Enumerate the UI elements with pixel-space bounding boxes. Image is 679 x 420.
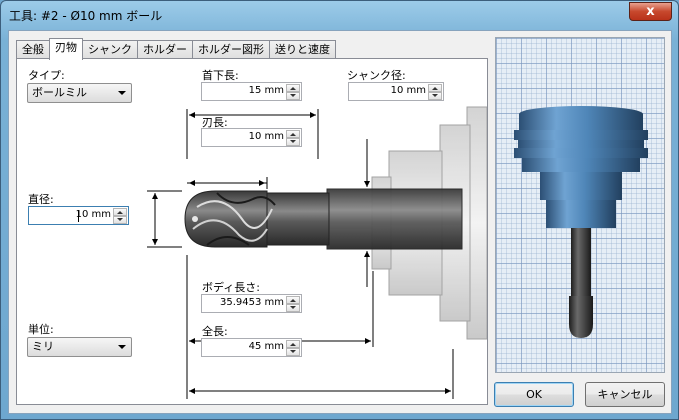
neck-length-field[interactable]: 15 mm (201, 82, 302, 101)
title-bar[interactable]: 工具: #2 - Ø10 mm ボール x (1, 1, 678, 29)
spin-arrows-icon[interactable] (428, 84, 442, 100)
tab-holder[interactable]: ホルダー (137, 40, 193, 59)
tab-strip: 全般 刃物 シャンク ホルダー ホルダー図形 送りと速度 (16, 38, 336, 60)
close-button[interactable]: x (629, 2, 672, 21)
spin-down-icon[interactable] (286, 348, 300, 356)
tab-feeds-speeds[interactable]: 送りと速度 (269, 40, 336, 59)
spin-arrows-icon[interactable] (286, 340, 300, 356)
ok-button[interactable]: OK (494, 382, 574, 407)
spin-arrows-icon[interactable] (286, 84, 300, 100)
spin-down-icon[interactable] (113, 216, 127, 224)
tool-3d-render (514, 106, 648, 338)
dialog-client-area: 全般 刃物 シャンク ホルダー ホルダー図形 送りと速度 タイプ: ボールミル … (8, 30, 672, 414)
spin-up-icon[interactable] (286, 296, 300, 304)
overall-length-field[interactable]: 45 mm (201, 338, 302, 357)
spin-down-icon[interactable] (286, 304, 300, 312)
tab-holder-geometry[interactable]: ホルダー図形 (192, 40, 270, 59)
spin-down-icon[interactable] (286, 138, 300, 146)
text-caret (78, 210, 79, 222)
neck-length-label: 首下長: (202, 69, 239, 82)
body-length-label: ボディ長さ: (202, 281, 260, 294)
flute-length-field[interactable]: 10 mm (201, 128, 302, 147)
spin-up-icon[interactable] (286, 340, 300, 348)
neck-length-value: 15 mm (248, 85, 284, 96)
shank-diameter-label: シャンク径: (347, 69, 406, 82)
tab-shank[interactable]: シャンク (82, 40, 138, 59)
spin-down-icon[interactable] (428, 92, 442, 100)
tool-shank (326, 188, 463, 250)
diameter-value: 10 mm (75, 209, 111, 220)
flute-length-value: 10 mm (248, 131, 284, 142)
cancel-button[interactable]: キャンセル (585, 382, 665, 407)
spin-up-icon[interactable] (113, 208, 127, 216)
tab-cutter[interactable]: 刃物 (49, 38, 83, 60)
chevron-down-icon (118, 345, 126, 349)
spin-down-icon[interactable] (286, 92, 300, 100)
spin-arrows-icon[interactable] (113, 208, 127, 224)
spin-arrows-icon[interactable] (286, 296, 300, 312)
window-title: 工具: #2 - Ø10 mm ボール (9, 9, 163, 23)
unit-select-value: ミリ (32, 340, 54, 353)
spin-up-icon[interactable] (286, 84, 300, 92)
shank-diameter-value: 10 mm (390, 85, 426, 96)
spin-up-icon[interactable] (428, 84, 442, 92)
spin-arrows-icon[interactable] (286, 130, 300, 146)
tool-neck (266, 192, 330, 246)
type-select-value: ボールミル (32, 86, 87, 99)
diameter-field[interactable]: 10 mm (28, 206, 129, 225)
diameter-label: 直径: (28, 193, 54, 206)
spin-up-icon[interactable] (286, 130, 300, 138)
chevron-down-icon (118, 91, 126, 95)
unit-label: 単位: (28, 323, 54, 336)
type-label: タイプ: (28, 69, 65, 82)
body-length-field[interactable]: 35.9453 mm (201, 294, 302, 313)
tool-3d-preview[interactable] (495, 37, 665, 373)
unit-select[interactable]: ミリ (27, 337, 132, 357)
body-length-value: 35.9453 mm (219, 297, 284, 308)
shank-diameter-field[interactable]: 10 mm (348, 82, 444, 101)
tool-dialog-window: 工具: #2 - Ø10 mm ボール x 全般 刃物 シャンク ホルダー ホル… (0, 0, 679, 420)
type-select[interactable]: ボールミル (27, 83, 132, 103)
tab-general[interactable]: 全般 (16, 40, 50, 59)
overall-length-label: 全長: (202, 325, 228, 338)
overall-length-value: 45 mm (248, 341, 284, 352)
